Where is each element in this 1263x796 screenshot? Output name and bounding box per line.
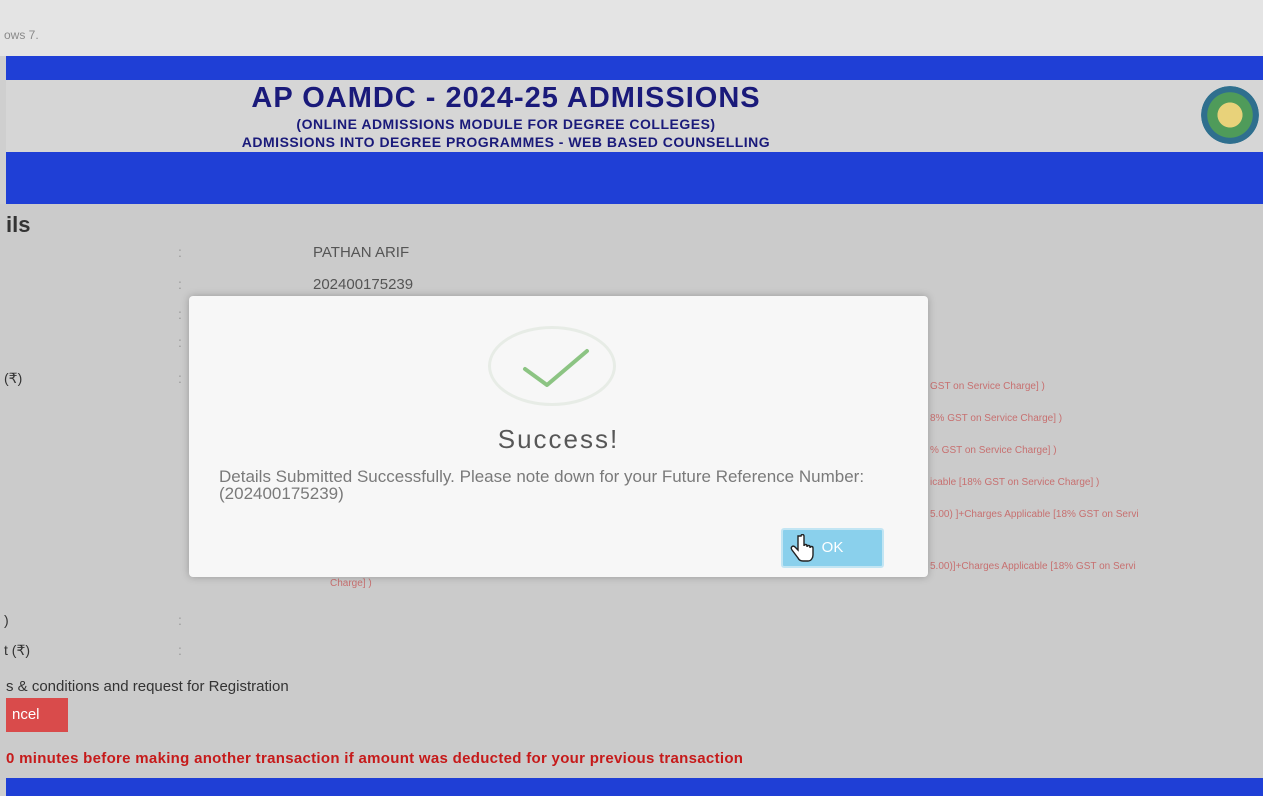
- ok-button[interactable]: OK: [781, 528, 884, 568]
- reference-colon: :: [178, 276, 182, 292]
- success-check-icon: [488, 326, 616, 406]
- dialog-title: Success!: [497, 424, 620, 454]
- field-label: ): [4, 612, 9, 628]
- candidate-name-value: PATHAN ARIF: [313, 244, 410, 261]
- hand-pointer-icon: [790, 534, 814, 562]
- ok-button-label: OK: [821, 539, 844, 556]
- page-title: AP OAMDC - 2024-25 ADMISSIONS: [251, 82, 761, 114]
- header-subtitle-counselling: ADMISSIONS INTO DEGREE PROGRAMMES - WEB …: [241, 134, 771, 150]
- ap-state-emblem-icon: [1201, 86, 1259, 144]
- footer-bar: [6, 778, 1263, 796]
- reference-number-value: 202400175239: [313, 276, 414, 293]
- charge-note: % GST on Service Charge] ): [930, 445, 1057, 456]
- header-subtitle-module: (ONLINE ADMISSIONS MODULE FOR DEGREE COL…: [296, 116, 716, 132]
- field-colon: :: [178, 642, 182, 658]
- check-mark-icon: [523, 349, 589, 387]
- site-header: AP OAMDC - 2024-25 ADMISSIONS (ONLINE AD…: [6, 80, 1263, 152]
- browser-top-strip: ows 7.: [0, 0, 1263, 56]
- success-dialog: Success! Details Submitted Successfully.…: [189, 296, 928, 577]
- details-section-title: ils: [6, 212, 31, 237]
- name-colon: :: [178, 244, 182, 260]
- header-bottom-bar: [6, 152, 1263, 204]
- dialog-message: Details Submitted Successfully. Please n…: [219, 467, 865, 503]
- fee-colon: :: [178, 370, 182, 386]
- charge-note: 5.00)]+Charges Applicable [18% GST on Se…: [930, 561, 1136, 572]
- browser-top-text: ows 7.: [4, 28, 39, 42]
- charge-note: Charge] ): [330, 578, 372, 589]
- terms-conditions-text: s & conditions and request for Registrat…: [6, 678, 289, 695]
- header-top-bar: [6, 56, 1263, 80]
- field-colon: :: [178, 334, 182, 350]
- field-colon: :: [178, 306, 182, 322]
- total-amount-label: t (₹): [4, 642, 31, 658]
- field-colon: :: [178, 612, 182, 628]
- charge-note: 5.00) ]+Charges Applicable [18% GST on S…: [930, 509, 1139, 520]
- transaction-warning: 0 minutes before making another transact…: [6, 750, 744, 767]
- charge-note: 8% GST on Service Charge] ): [930, 413, 1063, 424]
- fee-rupee-label: (₹): [4, 370, 23, 386]
- charge-note: GST on Service Charge] ): [930, 381, 1045, 392]
- cancel-button[interactable]: ncel: [6, 698, 68, 732]
- charge-note: icable [18% GST on Service Charge] ): [930, 477, 1100, 488]
